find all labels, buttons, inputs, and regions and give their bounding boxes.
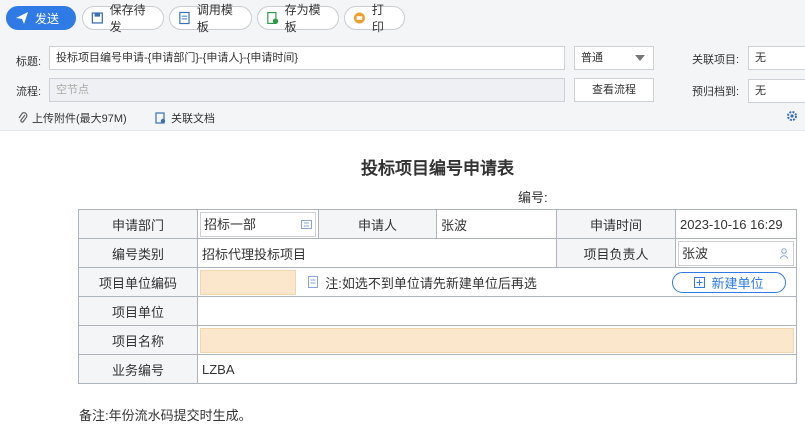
unit-code-input[interactable] (200, 269, 296, 295)
new-unit-button[interactable]: 新建单位 (672, 272, 786, 293)
paperclip-icon (18, 112, 28, 123)
time-value: 2023-10-16 16:29 (675, 209, 797, 239)
use-template-label: 调用模板 (196, 3, 233, 34)
manager-field[interactable]: 张波 (678, 240, 794, 266)
biz-number-label: 业务编号 (78, 354, 198, 384)
footnote: 备注:年份流水码提交时生成。 (79, 408, 252, 423)
table-row: 项目单位编码 注:如选不到单位请先新建单位后再选 新建单位 (78, 267, 797, 297)
related-doc-link[interactable]: 关联文档 (155, 110, 215, 126)
send-button[interactable]: 发送 (6, 6, 76, 30)
unit-picker-icon[interactable] (307, 276, 318, 288)
table-row: 项目单位 (78, 296, 797, 326)
form-header: 标题: 投标项目编号申请-{申请部门}-{申请人}-{申请时间} 普通 关联项目… (0, 36, 805, 131)
table-row: 项目名称 (78, 325, 797, 355)
document-icon (155, 112, 166, 124)
category-value: 招标代理投标项目 (197, 238, 557, 268)
flow-label: 流程: (16, 86, 42, 98)
print-label: 打印 (371, 3, 384, 34)
table-row: 业务编号 LZBA (78, 354, 797, 384)
unit-code-cell: 注:如选不到单位请先新建单位后再选 新建单位 (197, 267, 797, 297)
send-label: 发送 (35, 11, 60, 26)
save-icon (91, 12, 103, 24)
dept-cell: 招标一部 (197, 209, 319, 239)
unit-value (197, 296, 797, 326)
applicant-label: 申请人 (318, 209, 437, 239)
related-project-field[interactable]: 无 (748, 46, 805, 70)
save-template-button[interactable]: 存为模板 (257, 3, 339, 34)
save-draft-button[interactable]: 保存待发 (82, 3, 164, 34)
table-row: 申请部门 招标一部 申请人 张波 申请时间 2023-10-16 16:29 (78, 209, 797, 239)
archive-field[interactable]: 无 (748, 79, 805, 103)
biz-number-value: LZBA (197, 354, 797, 384)
toolbar: 发送 保存待发 调用模板 存为模板 打印 (0, 0, 805, 36)
number-label: 编号: (518, 190, 548, 205)
title-input[interactable]: 投标项目编号申请-{申请部门}-{申请人}-{申请时间} (49, 46, 565, 70)
project-name-input[interactable] (200, 327, 794, 353)
title-label: 标题: (16, 56, 42, 68)
unit-label: 项目单位 (78, 296, 198, 326)
unit-note: 注:如选不到单位请先新建单位后再选 (325, 275, 537, 291)
priority-value: 普通 (581, 52, 603, 64)
save-template-label: 存为模板 (284, 3, 321, 34)
use-template-button[interactable]: 调用模板 (169, 3, 252, 34)
upload-label: 上传附件(最大97M) (32, 113, 127, 125)
dept-label: 申请部门 (78, 209, 198, 239)
flow-input[interactable]: 空节点 (49, 78, 565, 102)
save-template-icon (267, 11, 279, 25)
upload-attachment-link[interactable]: 上传附件(最大97M) (18, 110, 127, 126)
unit-code-label: 项目单位编码 (78, 267, 198, 297)
archive-label: 预归档到: (692, 86, 740, 98)
org-picker-icon (301, 219, 312, 229)
dept-value: 招标一部 (204, 216, 257, 232)
manager-value: 张波 (682, 245, 709, 261)
related-project-label: 关联项目: (692, 54, 740, 66)
view-flow-button[interactable]: 查看流程 (574, 78, 654, 102)
print-button[interactable]: 打印 (344, 3, 405, 34)
add-icon (694, 277, 706, 288)
manager-cell: 张波 (675, 238, 797, 268)
form-title: 投标项目编号申请表 (361, 159, 514, 178)
gear-icon[interactable] (786, 110, 798, 122)
template-icon (179, 11, 190, 25)
category-label: 编号类别 (78, 238, 198, 268)
project-name-label: 项目名称 (78, 325, 198, 355)
person-icon (779, 247, 789, 259)
print-icon (353, 12, 365, 24)
applicant-value: 张波 (436, 209, 557, 239)
send-icon (16, 12, 28, 24)
priority-select[interactable]: 普通 (574, 46, 654, 70)
application-form-table: 申请部门 招标一部 申请人 张波 申请时间 2023-10-16 16:29 编… (78, 209, 797, 384)
new-unit-label: 新建单位 (711, 276, 764, 291)
save-draft-label: 保存待发 (109, 3, 146, 34)
project-name-cell (197, 325, 797, 355)
time-label: 申请时间 (556, 209, 676, 239)
table-row: 编号类别 招标代理投标项目 项目负责人 张波 (78, 238, 797, 268)
manager-label: 项目负责人 (556, 238, 676, 268)
dept-field[interactable]: 招标一部 (200, 211, 316, 237)
related-doc-label: 关联文档 (171, 113, 215, 125)
chevron-down-icon (635, 55, 645, 61)
